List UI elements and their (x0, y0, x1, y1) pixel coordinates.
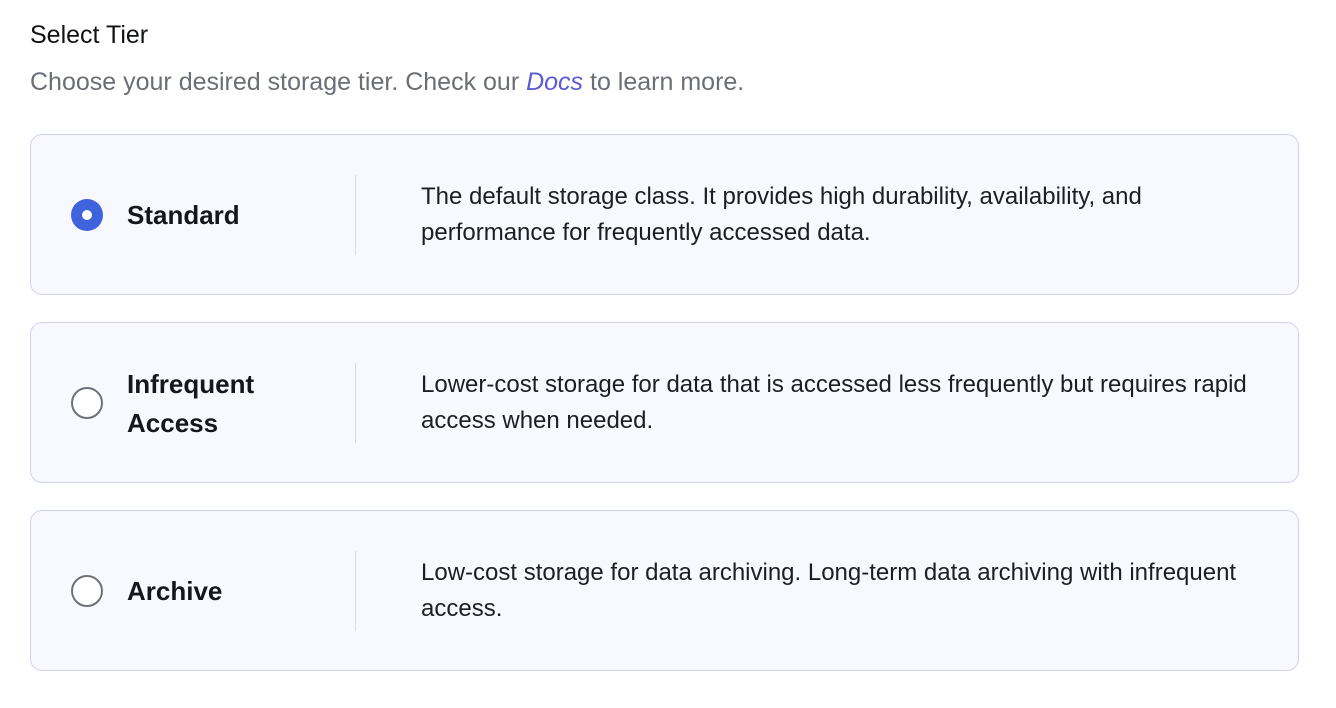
docs-link[interactable]: Docs (526, 68, 583, 96)
tier-name-infrequent-access: Infrequent Access (127, 369, 255, 438)
card-divider (355, 175, 356, 255)
radio-archive[interactable] (71, 575, 103, 607)
section-title: Select Tier (30, 21, 149, 49)
tier-card-infrequent-access[interactable]: Infrequent Access Lower-cost storage for… (30, 322, 1299, 483)
tier-name-archive: Archive (127, 576, 223, 606)
tier-card-archive[interactable]: Archive Low-cost storage for data archiv… (30, 510, 1299, 671)
card-divider (355, 363, 356, 443)
radio-standard[interactable] (71, 199, 103, 231)
tier-description-archive: Low-cost storage for data archiving. Lon… (421, 559, 1237, 622)
radio-infrequent-access[interactable] (71, 387, 103, 419)
section-subtitle: Choose your desired storage tier. Check … (30, 66, 744, 98)
card-divider (355, 551, 356, 631)
tier-name-standard: Standard (127, 200, 240, 230)
tier-description-infrequent-access: Lower-cost storage for data that is acce… (421, 371, 1247, 434)
radio-dot (82, 210, 92, 220)
subtitle-text-before: Choose your desired storage tier. Check … (30, 68, 527, 96)
tier-description-standard: The default storage class. It provides h… (421, 183, 1142, 246)
subtitle-text-after: to learn more. (583, 68, 745, 96)
tier-card-standard[interactable]: Standard The default storage class. It p… (30, 134, 1299, 295)
